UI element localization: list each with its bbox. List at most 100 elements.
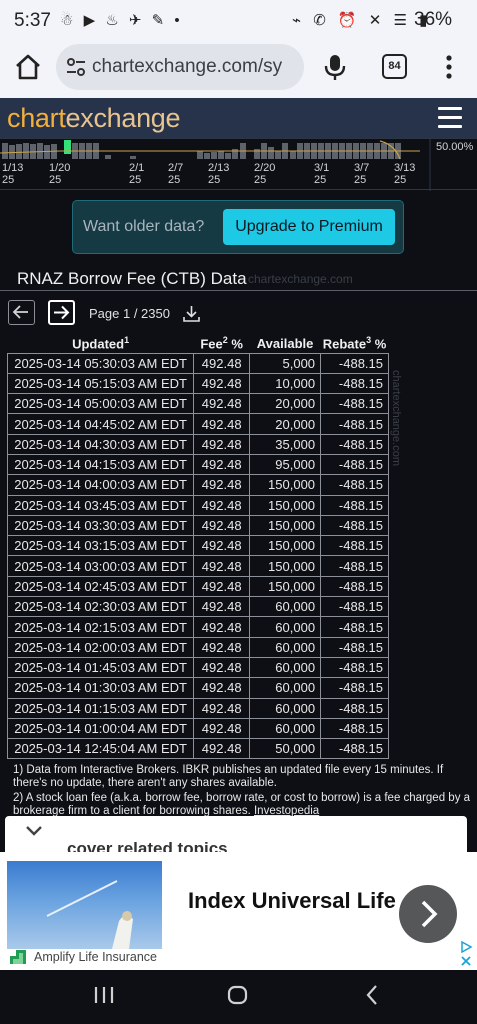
table-row: 2025-03-14 01:30:03 AM EDT 492.48 60,000 -4… <box>6 677 389 699</box>
cell-updated: 2025-03-14 12:45:04 AM EDT <box>6 738 195 760</box>
ad-image[interactable] <box>7 861 162 949</box>
col-available[interactable]: Available <box>250 334 321 353</box>
advertiser-logo-icon <box>10 950 26 964</box>
table-row: 2025-03-14 01:45:03 AM EDT 492.48 60,000 -4… <box>6 656 389 679</box>
battery-level: 36% <box>414 9 453 30</box>
cell-fee: 492.48 <box>193 677 251 699</box>
ad-banner[interactable]: Index Universal Life Amplify Life Insura… <box>0 852 477 970</box>
date-label: 3/13 25 <box>394 162 416 186</box>
related-topics-card[interactable]: cover related topics <box>5 816 467 856</box>
col-rebate[interactable]: Rebate3 % <box>321 334 389 353</box>
tab-switcher-button[interactable]: 84 <box>382 54 407 79</box>
cell-updated: 2025-03-14 03:15:03 AM EDT <box>6 535 195 557</box>
cell-fee: 492.48 <box>193 738 251 760</box>
address-bar[interactable]: chartexchange.com/sy <box>56 44 304 90</box>
cell-rebate: -488.15 <box>320 697 389 719</box>
footnote-1: 1) Data from Interactive Brokers. IBKR p… <box>13 764 444 789</box>
table-row: 2025-03-14 05:00:03 AM EDT 492.48 20,000 -4… <box>6 393 389 415</box>
cell-fee: 492.48 <box>193 697 251 719</box>
cell-rebate: -488.15 <box>320 372 389 395</box>
date-label: 2/1 25 <box>129 162 145 186</box>
cell-rebate: -488.15 <box>320 616 389 638</box>
mini-chart-percent: 50.00% <box>436 141 474 153</box>
url-text: chartexchange.com/sy <box>92 56 283 77</box>
cell-available: 20,000 <box>249 393 322 415</box>
cell-rebate: -488.15 <box>320 535 389 557</box>
browser-toolbar: chartexchange.com/sy 84 <box>0 40 477 98</box>
adchoices-icon[interactable] <box>459 940 473 968</box>
recent-apps-button[interactable] <box>94 987 114 1003</box>
cell-fee: 492.48 <box>193 413 251 435</box>
back-button[interactable] <box>366 985 377 1005</box>
cell-updated: 2025-03-14 05:15:03 AM EDT <box>6 372 195 395</box>
cell-available: 60,000 <box>249 677 322 699</box>
cell-fee: 492.48 <box>193 494 251 516</box>
date-label: 3/7 25 <box>354 162 370 186</box>
cell-updated: 2025-03-14 04:15:03 AM EDT <box>6 453 195 476</box>
next-page-button[interactable] <box>48 300 75 325</box>
microphone-icon[interactable] <box>323 53 347 81</box>
cell-fee: 492.48 <box>193 352 251 374</box>
premium-banner: Want older data? Upgrade to Premium <box>72 200 404 254</box>
download-icon[interactable] <box>183 305 200 322</box>
cell-fee: 492.48 <box>193 717 251 740</box>
table-row: 2025-03-14 02:15:03 AM EDT 492.48 60,000 -4… <box>6 616 389 638</box>
ad-go-button[interactable] <box>399 885 457 943</box>
cell-available: 150,000 <box>249 494 322 516</box>
cell-fee: 492.48 <box>193 514 251 537</box>
col-fee[interactable]: Fee2 % <box>194 334 250 353</box>
table-row: 2025-03-14 02:00:03 AM EDT 492.48 60,000 -4… <box>6 636 389 658</box>
table-row: 2025-03-14 02:45:03 AM EDT 492.48 150,000-… <box>6 575 389 598</box>
cell-available: 20,000 <box>249 413 322 435</box>
prev-page-button[interactable] <box>8 300 35 325</box>
date-label: 1/13 25 <box>2 162 24 186</box>
system-icons: ⌁ ✆ ⏰ ✕ ☰ ▮ <box>292 12 432 29</box>
cell-rebate: -488.15 <box>320 575 389 598</box>
upgrade-button[interactable]: Upgrade to Premium <box>223 209 395 245</box>
site-settings-icon[interactable] <box>66 57 86 77</box>
more-options-icon[interactable] <box>440 53 458 81</box>
cell-available: 60,000 <box>249 717 322 740</box>
status-time: 5:37 <box>14 10 51 31</box>
cell-available: 150,000 <box>249 555 322 577</box>
home-button[interactable] <box>227 985 248 1005</box>
cell-updated: 2025-03-14 01:30:03 AM EDT <box>6 677 195 699</box>
ad-title[interactable]: Index Universal Life <box>188 884 396 918</box>
notification-icons: ☃ ▶ ♨ ✈ ✎ • <box>60 12 183 29</box>
cell-available: 10,000 <box>249 372 322 395</box>
ad-photo <box>46 880 133 949</box>
page-indicator: Page 1 / 2350 <box>89 306 170 321</box>
cell-fee: 492.48 <box>193 555 251 577</box>
table-row: 2025-03-14 05:15:03 AM EDT 492.48 10,000 -4… <box>6 372 389 395</box>
cell-updated: 2025-03-14 04:00:03 AM EDT <box>6 474 195 496</box>
footnotes: 1) Data from Interactive Brokers. IBKR p… <box>13 764 473 820</box>
menu-icon[interactable] <box>438 107 462 129</box>
cell-updated: 2025-03-14 02:45:03 AM EDT <box>6 575 195 598</box>
cell-rebate: -488.15 <box>320 352 389 374</box>
cell-updated: 2025-03-14 03:00:03 AM EDT <box>6 555 195 577</box>
date-label: 2/20 25 <box>254 162 276 186</box>
cell-rebate: -488.15 <box>320 433 389 455</box>
col-updated[interactable]: Updated1 <box>8 334 194 353</box>
table-row: 2025-03-14 04:45:02 AM EDT 492.48 20,000 -4… <box>6 413 389 435</box>
cell-updated: 2025-03-14 01:45:03 AM EDT <box>6 656 195 679</box>
cell-fee: 492.48 <box>193 596 251 618</box>
cell-updated: 2025-03-14 05:00:03 AM EDT <box>6 393 195 415</box>
borrow-fee-table: Updated1 Fee2 % Available Rebate3 % 2025… <box>6 334 389 760</box>
arrow-right-icon <box>54 305 70 320</box>
cell-available: 60,000 <box>249 636 322 658</box>
table-row: 2025-03-14 03:30:03 AM EDT 492.48 150,000-… <box>6 514 389 537</box>
cell-available: 60,000 <box>249 697 322 719</box>
date-label: 3/1 25 <box>314 162 330 186</box>
table-row: 2025-03-14 03:45:03 AM EDT 492.48 150,000-… <box>6 494 389 516</box>
cell-updated: 2025-03-14 02:15:03 AM EDT <box>6 616 195 638</box>
cell-fee: 492.48 <box>193 636 251 658</box>
cell-updated: 2025-03-14 03:45:03 AM EDT <box>6 494 195 516</box>
system-nav-bar <box>0 970 477 1024</box>
site-logo[interactable]: chartexchange <box>7 103 181 134</box>
cell-available: 60,000 <box>249 596 322 618</box>
table-row: 2025-03-14 04:15:03 AM EDT 492.48 95,000 -4… <box>6 453 389 476</box>
chevron-down-icon[interactable] <box>25 824 43 838</box>
cell-available: 60,000 <box>249 656 322 679</box>
home-icon[interactable] <box>14 53 42 81</box>
